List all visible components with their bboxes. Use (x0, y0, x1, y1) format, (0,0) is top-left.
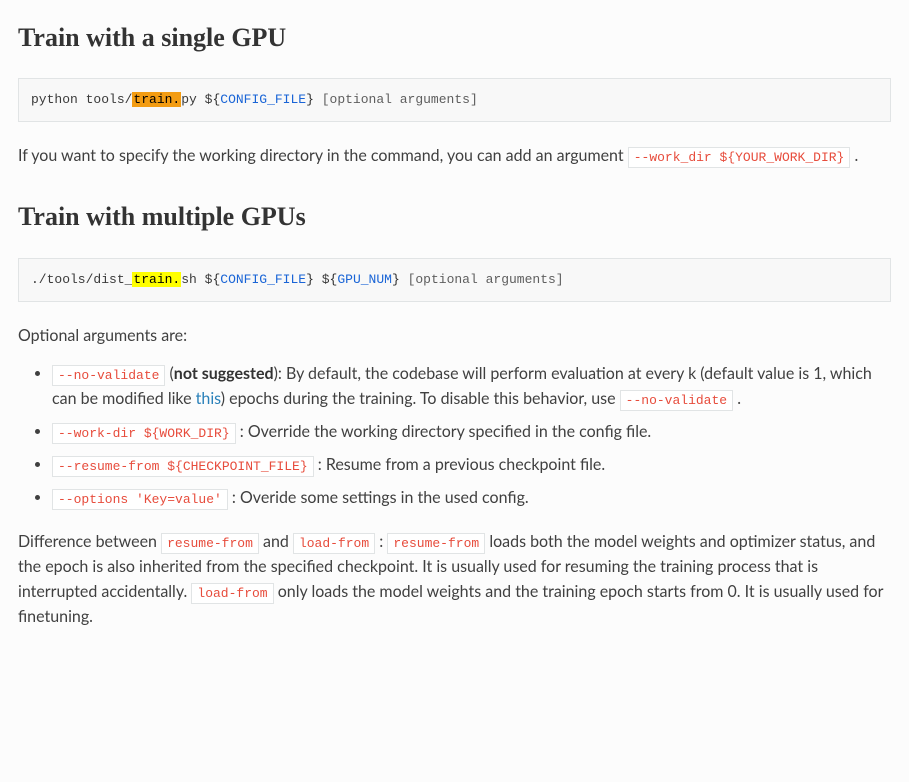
heading-multi-gpu: Train with multiple GPUs (18, 197, 891, 237)
code-var: CONFIG_FILE (220, 92, 306, 107)
strong-text: not suggested (174, 364, 274, 383)
text: . (854, 146, 858, 165)
text: : Overide some settings in the used conf… (228, 488, 529, 507)
code-text: $ (322, 272, 330, 287)
code-text: sh (181, 272, 204, 287)
paragraph-difference: Difference between resume-from and load-… (18, 530, 891, 629)
code-text (314, 272, 322, 287)
code-text: ./tools/dist_ (31, 272, 132, 287)
text: If you want to specify the working direc… (18, 146, 628, 165)
inline-code: --work-dir ${WORK_DIR} (52, 423, 236, 444)
options-list: --no-validate (not suggested): By defaul… (18, 362, 891, 510)
list-item: --no-validate (not suggested): By defaul… (52, 362, 891, 412)
code-single-gpu: python tools/train.py ${CONFIG_FILE} [op… (18, 78, 891, 122)
code-text: } (306, 272, 314, 287)
code-var: CONFIG_FILE (220, 272, 306, 287)
paragraph-work-dir: If you want to specify the working direc… (18, 144, 891, 169)
search-highlight: train. (132, 272, 181, 287)
list-item: --work-dir ${WORK_DIR} : Override the wo… (52, 420, 891, 445)
code-text: } (306, 92, 314, 107)
inline-code: load-from (293, 533, 375, 554)
inline-code: --no-validate (52, 365, 165, 386)
text: and (263, 532, 293, 551)
inline-code: --no-validate (620, 390, 733, 411)
list-item: --resume-from ${CHECKPOINT_FILE} : Resum… (52, 453, 891, 478)
code-text (400, 272, 408, 287)
paragraph-optional-intro: Optional arguments are: (18, 324, 891, 349)
text: Difference between (18, 532, 161, 551)
code-text: python tools/ (31, 92, 132, 107)
inline-code: resume-from (161, 533, 259, 554)
text: ( (165, 364, 173, 383)
link-this[interactable]: this (196, 389, 221, 408)
code-text: [optional arguments] (408, 272, 564, 287)
inline-code: --options 'Key=value' (52, 489, 228, 510)
inline-code: --resume-from ${CHECKPOINT_FILE} (52, 456, 314, 477)
text: : Resume from a previous checkpoint file… (314, 455, 606, 474)
text: : Override the working directory specifi… (236, 422, 652, 441)
code-text: py (181, 92, 204, 107)
code-text (314, 92, 322, 107)
inline-code: load-from (191, 583, 273, 604)
text: . (733, 389, 741, 408)
code-multi-gpu: ./tools/dist_train.sh ${CONFIG_FILE} ${G… (18, 258, 891, 302)
inline-code: resume-from (387, 533, 485, 554)
inline-code: --work_dir ${YOUR_WORK_DIR} (628, 147, 851, 168)
heading-single-gpu: Train with a single GPU (18, 18, 891, 58)
search-highlight: train. (132, 92, 181, 107)
code-var: GPU_NUM (337, 272, 392, 287)
code-text: } (392, 272, 400, 287)
text: ) epochs during the training. To disable… (221, 389, 620, 408)
list-item: --options 'Key=value' : Overide some set… (52, 486, 891, 511)
code-text: [optional arguments] (322, 92, 478, 107)
